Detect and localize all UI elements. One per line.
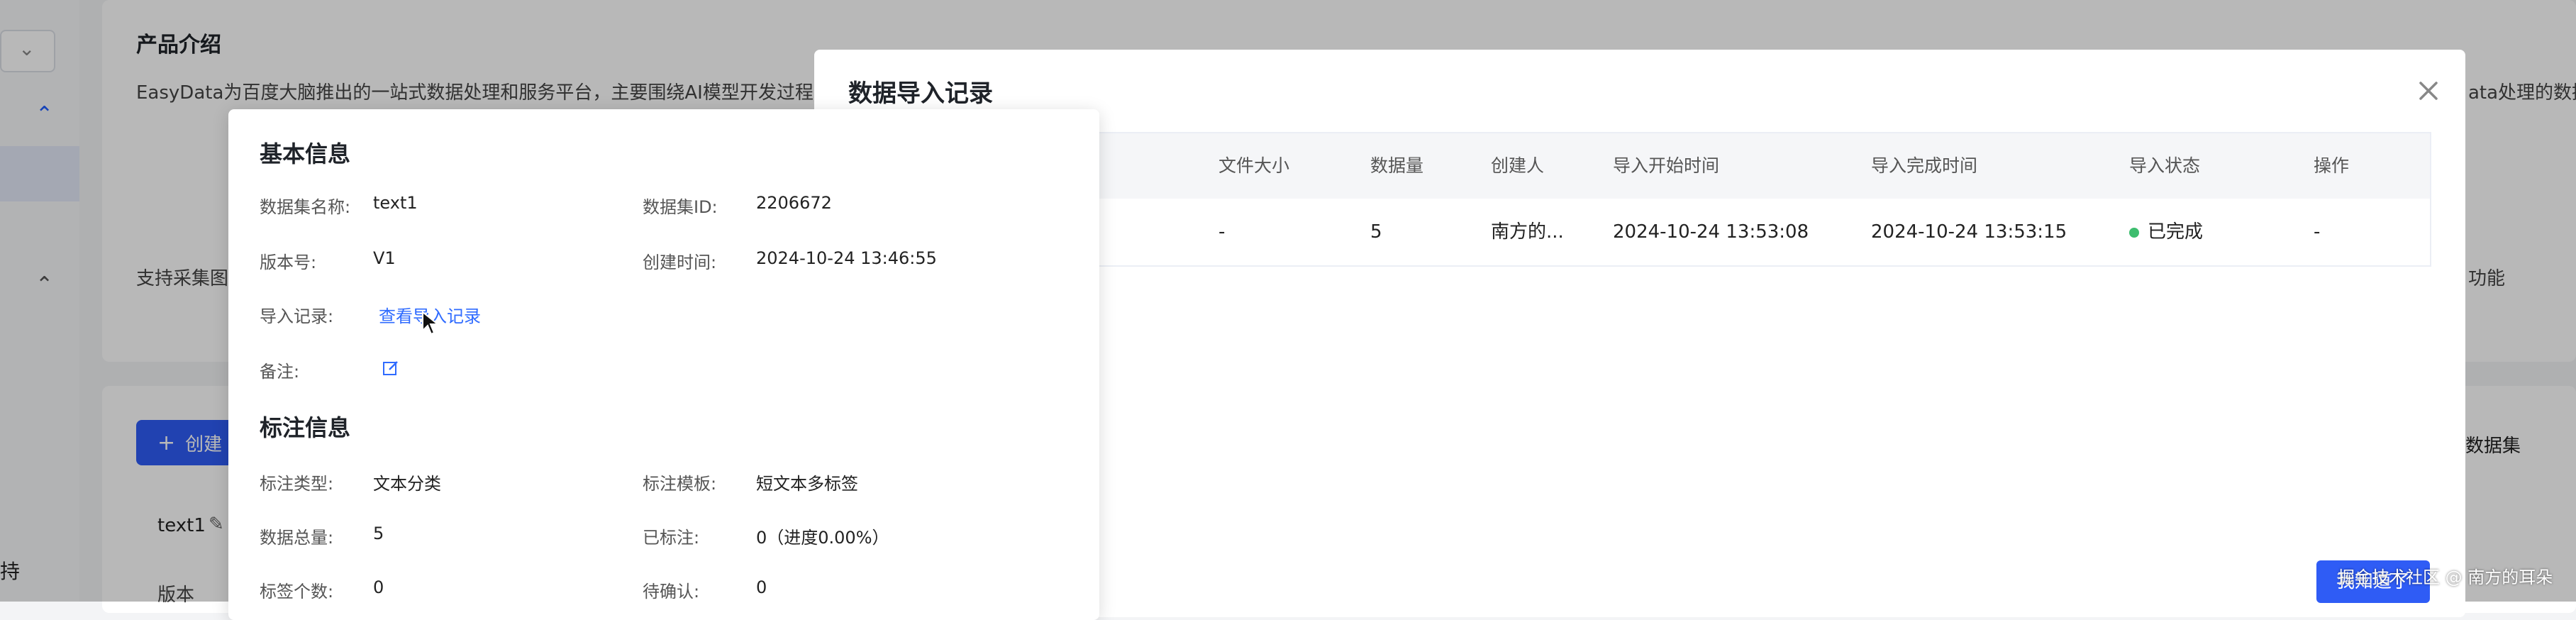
dialog-title: 数据导入记录 (848, 79, 993, 108)
total-data-label: 数据总量: (260, 528, 334, 548)
pending-label: 待确认: (643, 582, 700, 602)
pending-value: 0 (756, 577, 767, 597)
version-label: 版本号: (260, 253, 317, 272)
created-time-value: 2024-10-24 13:46:55 (756, 248, 937, 268)
labeled-label: 已标注: (643, 528, 700, 548)
cell-start-time: 2024-10-24 13:53:08 (1613, 221, 1809, 243)
close-icon[interactable] (2407, 70, 2450, 112)
col-count: 数据量 (1370, 155, 1424, 176)
dataset-name-value: text1 (373, 193, 418, 213)
basic-info-title: 基本信息 (260, 140, 351, 167)
cell-action: - (2314, 221, 2321, 243)
status-text: 已完成 (2148, 221, 2204, 243)
col-start-time: 导入开始时间 (1613, 155, 1720, 176)
dataset-id-label: 数据集ID: (643, 197, 718, 217)
annotation-type-label: 标注类型: (260, 474, 334, 494)
cell-count: 5 (1370, 221, 1382, 243)
created-time-label: 创建时间: (643, 253, 717, 272)
tag-count-label: 标签个数: (260, 582, 334, 602)
mouse-cursor-icon (421, 310, 440, 339)
dataset-id-value: 2206672 (756, 193, 832, 213)
col-end-time: 导入完成时间 (1871, 155, 1978, 176)
cell-creator: 南方的... (1491, 221, 1564, 243)
dataset-info-popover: 基本信息 数据集名称: text1 数据集ID: 2206672 版本号: V1… (228, 109, 1099, 620)
col-action: 操作 (2314, 155, 2350, 176)
status-dot-icon (2129, 227, 2139, 238)
col-creator: 创建人 (1491, 155, 1545, 176)
annotation-template-label: 标注模板: (643, 474, 717, 494)
tag-count-value: 0 (373, 577, 384, 597)
annotation-template-value: 短文本多标签 (756, 474, 858, 494)
total-data-value: 5 (373, 524, 384, 543)
col-status: 导入状态 (2129, 155, 2201, 176)
edit-remark-icon[interactable] (382, 359, 400, 380)
annotation-info-title: 标注信息 (260, 414, 351, 441)
cell-file-size: - (1218, 221, 1226, 243)
import-record-label: 导入记录: (260, 306, 334, 326)
dataset-name-label: 数据集名称: (260, 197, 351, 217)
remark-label: 备注: (260, 362, 300, 382)
col-file-size: 文件大小 (1218, 155, 1290, 176)
watermark: 掘金技术社区 @ 南方的耳朵 (2338, 568, 2553, 587)
cell-status: 已完成 (2129, 199, 2203, 265)
cell-end-time: 2024-10-24 13:53:15 (1871, 221, 2067, 243)
version-value: V1 (373, 248, 396, 268)
labeled-value: 0（进度0.00%） (756, 528, 889, 548)
annotation-type-value: 文本分类 (373, 474, 441, 494)
